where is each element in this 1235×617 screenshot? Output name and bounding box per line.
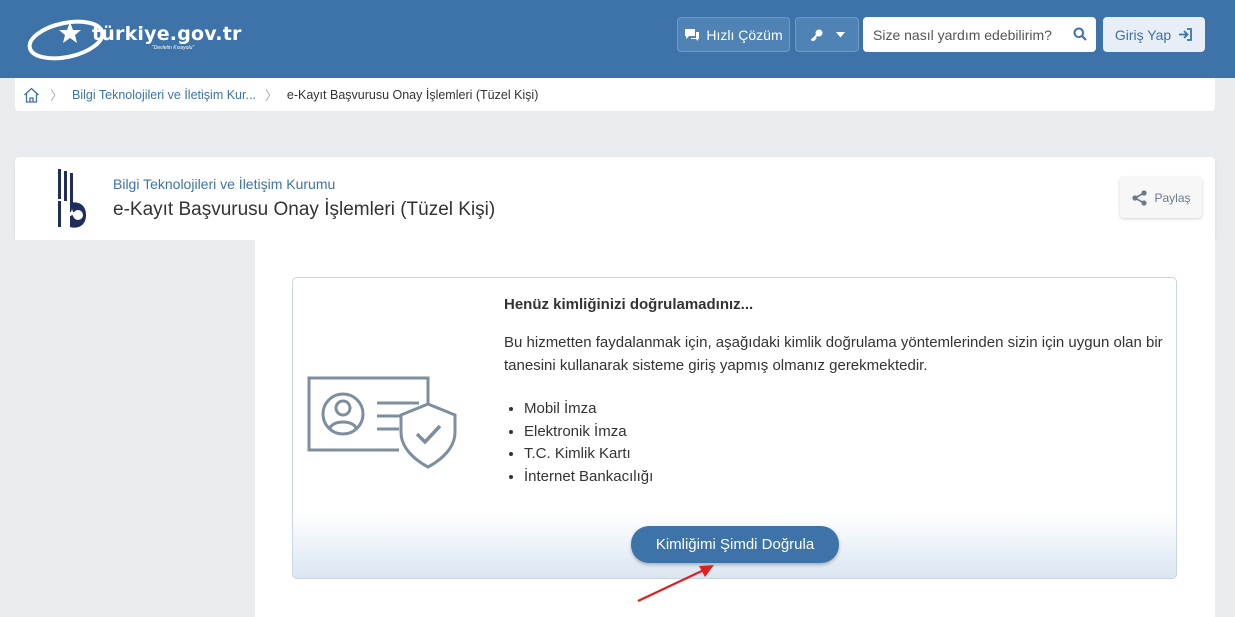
verify-identity-button[interactable]: Kimliğimi Şimdi Doğrula	[631, 526, 839, 563]
notice-title: Henüz kimliğinizi doğrulamadınız...	[504, 296, 754, 313]
quick-solution-label: Hızlı Çözüm	[706, 26, 783, 43]
id-card-shield-icon	[307, 376, 457, 469]
login-button[interactable]: Giriş Yap	[1103, 17, 1205, 52]
key-menu-button[interactable]	[795, 17, 859, 52]
breadcrumb-item-current: e-Kayıt Başvurusu Onay İşlemleri (Tüzel …	[286, 87, 539, 102]
share-icon	[1132, 189, 1148, 206]
breadcrumb-separator: 〉	[264, 88, 278, 103]
annotation-arrow	[637, 565, 714, 602]
logo-tagline: "Devletin Kısayolu"	[152, 45, 195, 51]
login-label: Giriş Yap	[1114, 26, 1172, 43]
auth-methods-list: Mobil İmza Elektronik İmza T.C. Kimlik K…	[524, 398, 653, 488]
turkiye-gov-logo[interactable]: türkiye.gov.tr "Devletin Kısayolu"	[26, 14, 241, 62]
btk-logo-icon	[58, 169, 86, 228]
organization-name[interactable]: Bilgi Teknolojileri ve İletişim Kurumu	[113, 176, 335, 192]
page-title: e-Kayıt Başvurusu Onay İşlemleri (Tüzel …	[113, 199, 496, 220]
login-required-notice: Henüz kimliğinizi doğrulamadınız... Bu h…	[292, 277, 1177, 579]
breadcrumb: 〉 Bilgi Teknolojileri ve İletişim Kur...…	[15, 78, 1215, 111]
left-sidebar	[15, 240, 255, 617]
home-icon	[24, 87, 39, 103]
share-label: Paylaş	[1154, 190, 1191, 205]
login-arrow-icon	[1179, 28, 1193, 41]
home-link[interactable]	[23, 87, 41, 103]
top-header: türkiye.gov.tr "Devletin Kısayolu" Hızlı…	[0, 0, 1235, 78]
list-item: T.C. Kimlik Kartı	[524, 443, 653, 466]
list-item: İnternet Bankacılığı	[524, 466, 653, 489]
list-item: Mobil İmza	[524, 398, 653, 421]
logo-text: türkiye.gov.tr	[92, 23, 242, 45]
notice-text: Bu hizmetten faydalanmak için, aşağıdaki…	[504, 334, 1163, 374]
breadcrumb-item-org[interactable]: Bilgi Teknolojileri ve İletişim Kur...	[72, 88, 256, 102]
chevron-down-icon	[835, 31, 845, 37]
list-item: Elektronik İmza	[524, 421, 653, 444]
search-icon[interactable]	[1073, 27, 1087, 41]
breadcrumb-separator: 〉	[50, 88, 64, 103]
search-input[interactable]	[873, 26, 1063, 43]
quick-solution-button[interactable]: Hızlı Çözüm	[677, 17, 790, 52]
service-title-card: Bilgi Teknolojileri ve İletişim Kurumu e…	[15, 157, 1215, 240]
search-box	[863, 17, 1096, 52]
chat-icon	[685, 28, 700, 41]
share-button[interactable]: Paylaş	[1120, 177, 1202, 218]
key-icon	[810, 29, 822, 41]
